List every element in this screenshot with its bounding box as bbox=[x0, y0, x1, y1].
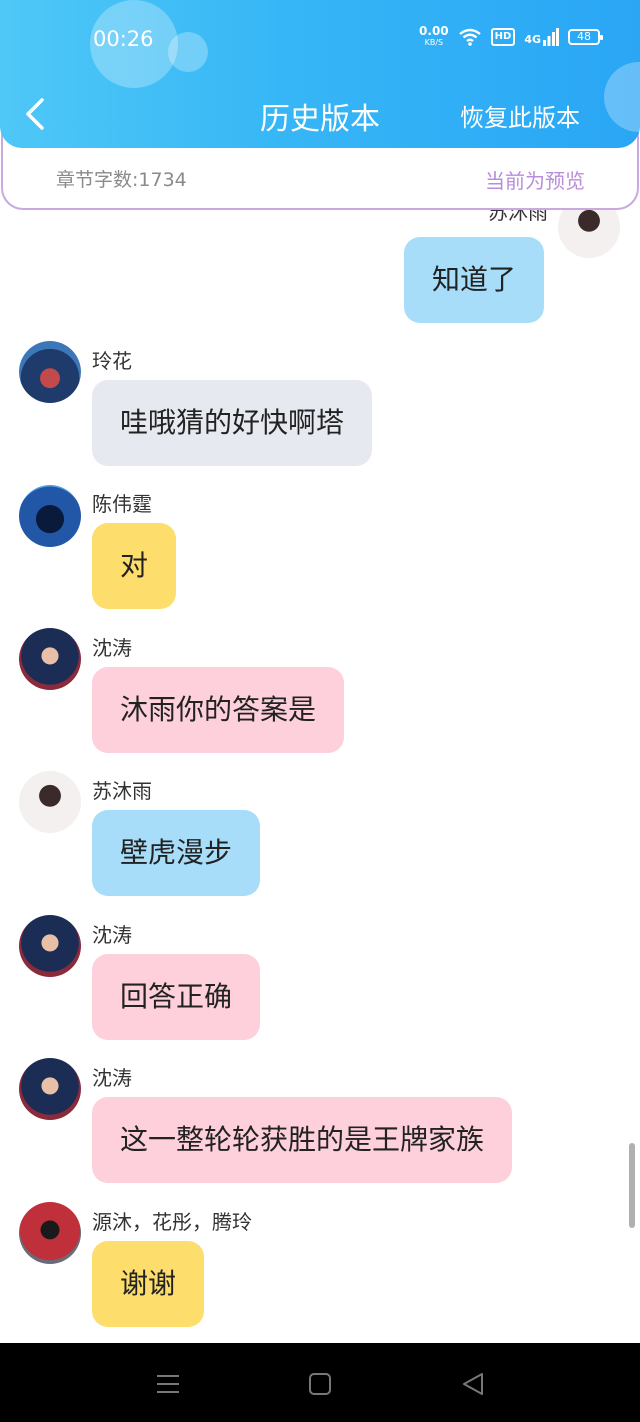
message-bubble: 回答正确 bbox=[92, 954, 261, 1040]
sender-name: 沈涛 bbox=[92, 923, 132, 947]
message-bubble: 壁虎漫步 bbox=[92, 810, 261, 896]
system-navigation-bar bbox=[0, 1343, 640, 1422]
battery-icon: 48 bbox=[568, 29, 603, 45]
sender-name: 苏沐雨 bbox=[92, 779, 152, 803]
message-bubble: 沐雨你的答案是 bbox=[92, 667, 345, 753]
app-header: 00:26 0.00 KB/S HD 4G 48 历史版本 恢复此版本 bbox=[0, 0, 640, 148]
signal-icon: 4G bbox=[524, 28, 559, 46]
message-bubble: 这一整轮轮获胜的是王牌家族 bbox=[92, 1097, 513, 1183]
status-icons: 0.00 KB/S HD 4G 48 bbox=[419, 24, 603, 48]
message-bubble: 知道了 bbox=[404, 237, 545, 323]
menu-icon[interactable] bbox=[153, 1369, 183, 1399]
restore-version-button[interactable]: 恢复此版本 bbox=[460, 98, 580, 133]
sender-name: 源沐，花彤，腾玲 bbox=[92, 1210, 252, 1234]
wifi-icon bbox=[458, 28, 481, 46]
avatar[interactable] bbox=[19, 915, 81, 977]
status-time: 00:26 bbox=[93, 27, 154, 51]
network-speed: 0.00 KB/S bbox=[419, 24, 449, 48]
message-bubble: 对 bbox=[92, 523, 177, 609]
sender-name: 玲花 bbox=[92, 349, 132, 373]
preview-status: 当前为预览 bbox=[485, 169, 585, 193]
avatar[interactable] bbox=[19, 1202, 81, 1264]
network-speed-unit: KB/S bbox=[424, 38, 444, 47]
hd-icon: HD bbox=[490, 28, 516, 46]
avatar[interactable] bbox=[19, 341, 81, 403]
signal-label: 4G bbox=[524, 33, 541, 46]
chapter-word-count: 章节字数:1734 bbox=[56, 169, 187, 191]
message-bubble: 哇哦猜的好快啊塔 bbox=[92, 380, 373, 466]
home-icon[interactable] bbox=[305, 1369, 335, 1399]
avatar[interactable] bbox=[19, 628, 81, 690]
sender-name: 沈涛 bbox=[92, 1066, 132, 1090]
avatar[interactable] bbox=[19, 485, 81, 547]
message-bubble: 谢谢 bbox=[92, 1241, 205, 1327]
back-triangle-icon[interactable] bbox=[458, 1369, 488, 1399]
sender-name: 沈涛 bbox=[92, 636, 132, 660]
avatar[interactable] bbox=[19, 771, 81, 833]
avatar[interactable] bbox=[19, 1058, 81, 1120]
signal-bars-icon bbox=[543, 28, 559, 46]
decorative-bubble bbox=[168, 32, 208, 72]
network-speed-value: 0.00 bbox=[419, 24, 449, 38]
scrollbar[interactable] bbox=[629, 1143, 635, 1228]
sender-name: 陈伟霆 bbox=[92, 492, 152, 516]
